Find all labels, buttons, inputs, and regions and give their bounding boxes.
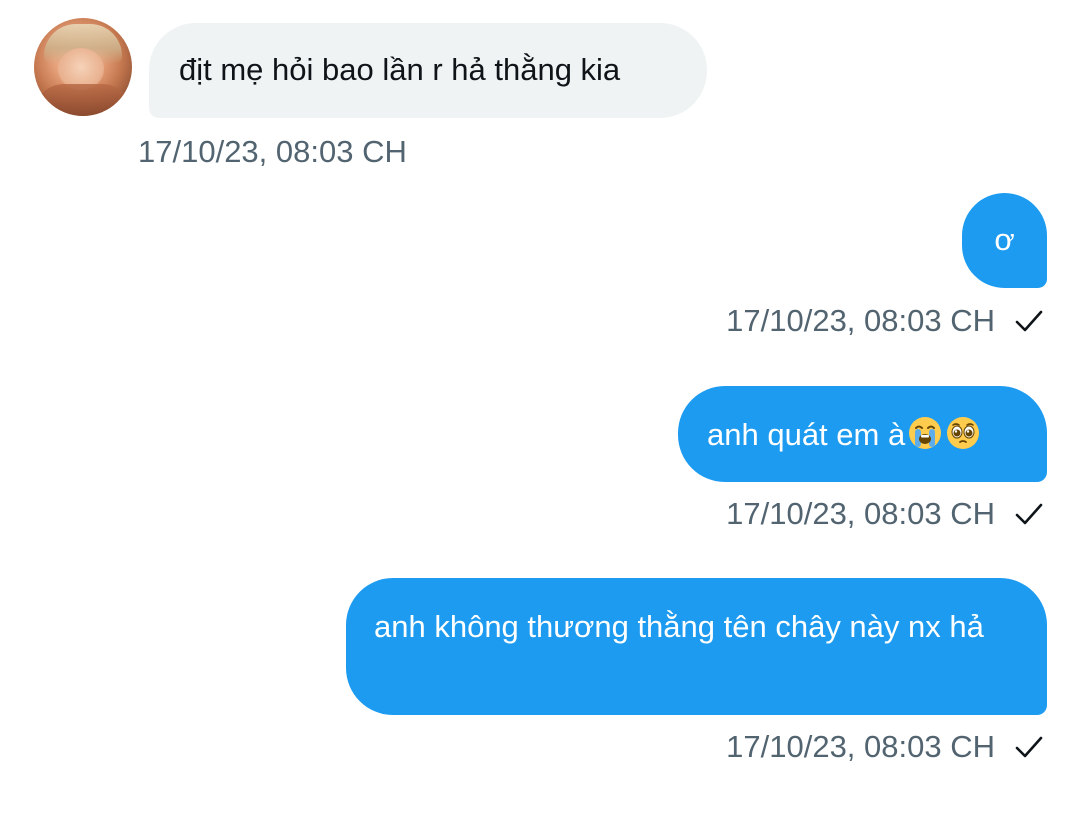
- message-timestamp: 17/10/23, 08:03 CH: [138, 134, 407, 169]
- message-status-row: 17/10/23, 08:03 CH: [726, 729, 1045, 765]
- sent-message-bubble[interactable]: anh quát em à: [678, 386, 1047, 482]
- message-text: anh quát em à: [707, 417, 906, 452]
- message-status-row: 17/10/23, 08:03 CH: [726, 496, 1045, 532]
- sender-avatar[interactable]: [34, 18, 132, 116]
- message-text: anh không thương thằng tên chây này nx h…: [374, 609, 984, 644]
- sent-message-bubble[interactable]: anh không thương thằng tên chây này nx h…: [346, 578, 1047, 715]
- check-icon: [1015, 310, 1043, 332]
- message-timestamp: 17/10/23, 08:03 CH: [726, 729, 995, 764]
- message-text: ơ: [994, 222, 1015, 257]
- check-icon: [1015, 503, 1043, 525]
- sent-message-bubble[interactable]: ơ: [962, 193, 1047, 288]
- loudly-crying-face-emoji: [909, 417, 942, 449]
- message-text: địt mẹ hỏi bao lần r hả thằng kia: [179, 52, 621, 87]
- check-icon: [1015, 736, 1043, 758]
- received-message-bubble[interactable]: địt mẹ hỏi bao lần r hả thằng kia: [149, 23, 707, 118]
- avatar-arm: [34, 84, 132, 116]
- message-timestamp: 17/10/23, 08:03 CH: [726, 496, 995, 531]
- message-timestamp: 17/10/23, 08:03 CH: [726, 303, 995, 338]
- pleading-face-emoji: [947, 417, 980, 449]
- message-status-row: 17/10/23, 08:03 CH: [726, 303, 1045, 339]
